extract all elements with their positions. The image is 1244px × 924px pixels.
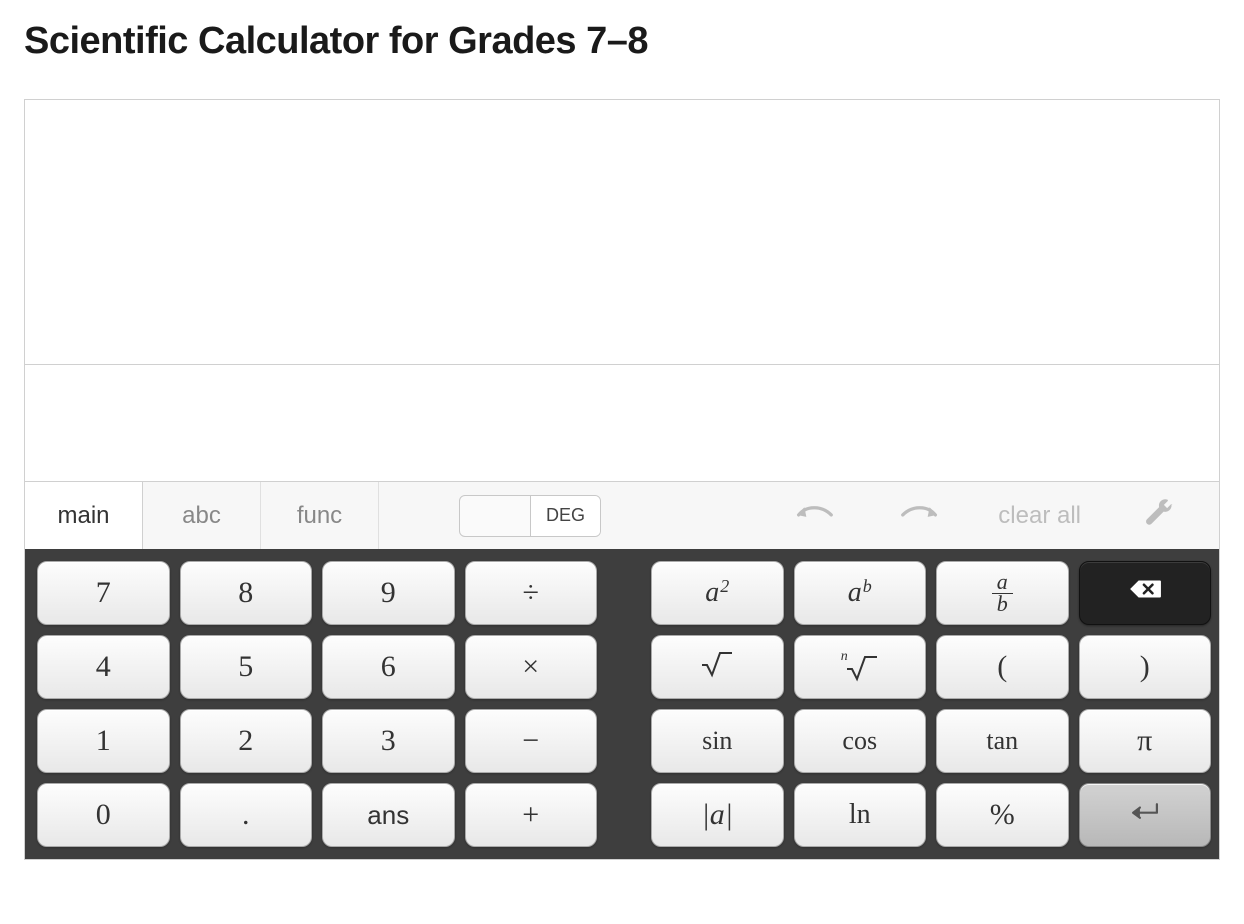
keypad: 7 8 9 ÷ 4 5 6 × 1 2 3 − 0 . ans + a2 — [25, 549, 1219, 859]
backspace-icon — [1128, 572, 1162, 614]
history-area[interactable] — [25, 100, 1219, 365]
settings-button[interactable] — [1131, 497, 1187, 535]
key-power[interactable]: ab — [794, 561, 927, 625]
key-pi[interactable]: π — [1079, 709, 1212, 773]
tab-func[interactable]: func — [261, 482, 379, 549]
page-title: Scientific Calculator for Grades 7–8 — [24, 20, 1220, 63]
expression-input[interactable] — [25, 365, 1219, 481]
keypad-numeric: 7 8 9 ÷ 4 5 6 × 1 2 3 − 0 . ans + — [37, 561, 597, 847]
angle-mode-toggle[interactable]: DEG — [459, 495, 601, 537]
key-backspace[interactable] — [1079, 561, 1212, 625]
toolbar: main abc func DEG — [25, 481, 1219, 549]
calculator: main abc func DEG — [24, 99, 1220, 860]
undo-button[interactable] — [786, 497, 842, 535]
key-6[interactable]: 6 — [322, 635, 455, 699]
key-divide[interactable]: ÷ — [465, 561, 598, 625]
key-square[interactable]: a2 — [651, 561, 784, 625]
enter-icon — [1128, 794, 1162, 836]
key-7[interactable]: 7 — [37, 561, 170, 625]
tab-abc[interactable]: abc — [143, 482, 261, 549]
angle-mode-deg[interactable]: DEG — [530, 496, 600, 536]
key-0[interactable]: 0 — [37, 783, 170, 847]
key-8[interactable]: 8 — [180, 561, 313, 625]
key-cos[interactable]: cos — [794, 709, 927, 773]
key-fraction[interactable]: a b — [936, 561, 1069, 625]
key-abs[interactable]: |a| — [651, 783, 784, 847]
key-plus[interactable]: + — [465, 783, 598, 847]
key-9[interactable]: 9 — [322, 561, 455, 625]
keypad-tabs: main abc func — [25, 482, 379, 549]
key-1[interactable]: 1 — [37, 709, 170, 773]
key-rparen[interactable]: ) — [1079, 635, 1212, 699]
key-ln[interactable]: ln — [794, 783, 927, 847]
key-enter[interactable] — [1079, 783, 1212, 847]
fraction-icon: a b — [992, 572, 1013, 615]
key-5[interactable]: 5 — [180, 635, 313, 699]
sqrt-icon — [700, 646, 734, 688]
keypad-functions: a2 ab a b — [651, 561, 1211, 847]
key-2[interactable]: 2 — [180, 709, 313, 773]
key-percent[interactable]: % — [936, 783, 1069, 847]
key-3[interactable]: 3 — [322, 709, 455, 773]
key-sqrt[interactable] — [651, 635, 784, 699]
key-sin[interactable]: sin — [651, 709, 784, 773]
key-nth-root[interactable]: n — [794, 635, 927, 699]
key-decimal[interactable]: . — [180, 783, 313, 847]
key-minus[interactable]: − — [465, 709, 598, 773]
clear-all-button[interactable]: clear all — [998, 502, 1081, 530]
key-multiply[interactable]: × — [465, 635, 598, 699]
key-ans[interactable]: ans — [322, 783, 455, 847]
redo-icon — [897, 498, 943, 533]
nth-root-icon: n — [841, 650, 879, 684]
undo-icon — [791, 498, 837, 533]
wrench-icon — [1136, 498, 1182, 533]
tab-main[interactable]: main — [25, 482, 143, 549]
angle-mode-rad[interactable] — [460, 496, 530, 536]
key-4[interactable]: 4 — [37, 635, 170, 699]
square-icon: a2 — [705, 577, 729, 609]
redo-button[interactable] — [892, 497, 948, 535]
power-icon: ab — [848, 577, 872, 609]
key-lparen[interactable]: ( — [936, 635, 1069, 699]
key-tan[interactable]: tan — [936, 709, 1069, 773]
